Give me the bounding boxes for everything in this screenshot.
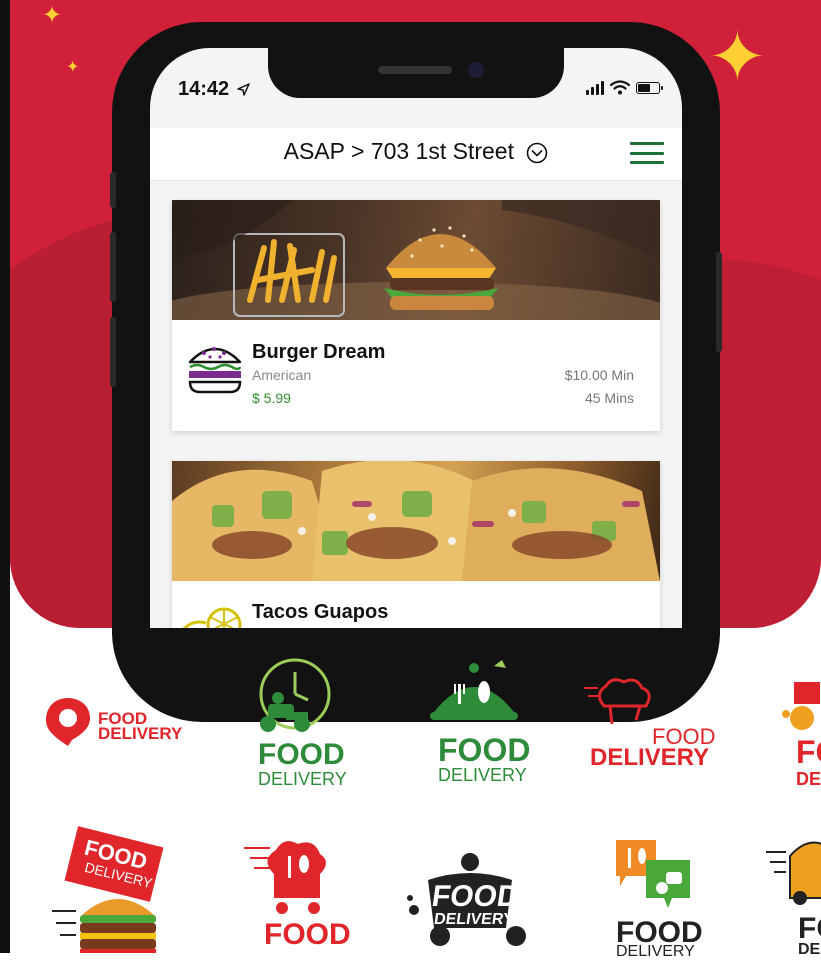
logo2-line2: DELIVERY [258, 769, 347, 789]
logo2-line1: FOOD [258, 738, 345, 771]
restaurant-minimum-order: $10.00 Min [564, 367, 634, 383]
restaurant-photo [172, 461, 660, 581]
restaurant-price: $ 5.99 [252, 390, 291, 406]
sparkle-icon: ✦ [42, 2, 63, 29]
delivery-truck-icon [766, 841, 821, 905]
sparkle-icon: ✦ [708, 18, 767, 96]
phone-screen: 14:42 ASAP > 703 1st Street Burger Dream… [150, 48, 682, 628]
restaurant-cuisine: American [252, 367, 312, 383]
logo5-line1: FO [796, 734, 821, 770]
location-pin-icon [46, 698, 90, 746]
cellular-signal-icon [586, 80, 604, 95]
logo5-line2: DE [796, 769, 821, 789]
restaurant-name: Tacos Guapos [252, 601, 389, 623]
logo1-line2: DELIVERY [98, 724, 183, 743]
logo4-line2: DELIVERY [590, 744, 710, 771]
logo7-line1: FOOD [264, 918, 351, 951]
logo10-line1: FO [798, 912, 821, 945]
battery-icon [636, 81, 663, 94]
chevron-down-circle-icon[interactable] [526, 142, 548, 164]
logo8-line1: FOOD [429, 880, 522, 913]
cloche-cutlery-icon [430, 660, 518, 720]
logo9-line2: DELIVERY [616, 943, 695, 960]
status-time: 14:42 [178, 78, 250, 101]
app-header: ASAP > 703 1st Street [150, 128, 682, 181]
delivery-box-icon [782, 682, 820, 730]
status-time-text: 14:42 [178, 78, 230, 100]
restaurant-card-tacos-guapos[interactable]: Tacos Guapos [172, 461, 660, 628]
burger-icon [188, 347, 242, 394]
sparkle-icon: ✦ [66, 59, 80, 76]
hamburger-menu-icon[interactable] [630, 142, 664, 164]
chat-bubbles-food-icon [616, 840, 690, 908]
wifi-icon [610, 80, 630, 95]
logo10-line2: DE [798, 941, 821, 958]
restaurant-card-burger-dream[interactable]: Burger Dream American $ 5.99 $10.00 Min … [172, 200, 660, 431]
logo3-line2: DELIVERY [438, 765, 527, 785]
scooter-clock-icon [259, 658, 331, 732]
phone-notch [268, 48, 564, 98]
left-frame-border [0, 0, 10, 953]
chef-hat-cart-icon [244, 841, 326, 914]
logo8-line2: DELIVERY [432, 911, 515, 928]
logo3-line1: FOOD [438, 732, 531, 768]
location-arrow-icon [236, 83, 250, 96]
restaurant-eta: 45 Mins [584, 390, 634, 406]
status-icons [586, 80, 663, 95]
restaurant-photo [172, 200, 660, 320]
restaurant-name: Burger Dream [252, 341, 386, 363]
tacos-illustration [172, 461, 660, 581]
delivery-address-text: ASAP > 703 1st Street [283, 138, 514, 164]
stacked-burger-icon [52, 899, 156, 953]
lemon-icon [182, 607, 242, 628]
delivery-address-selector[interactable]: ASAP > 703 1st Street [150, 138, 682, 165]
burger-fries-illustration [172, 200, 660, 320]
